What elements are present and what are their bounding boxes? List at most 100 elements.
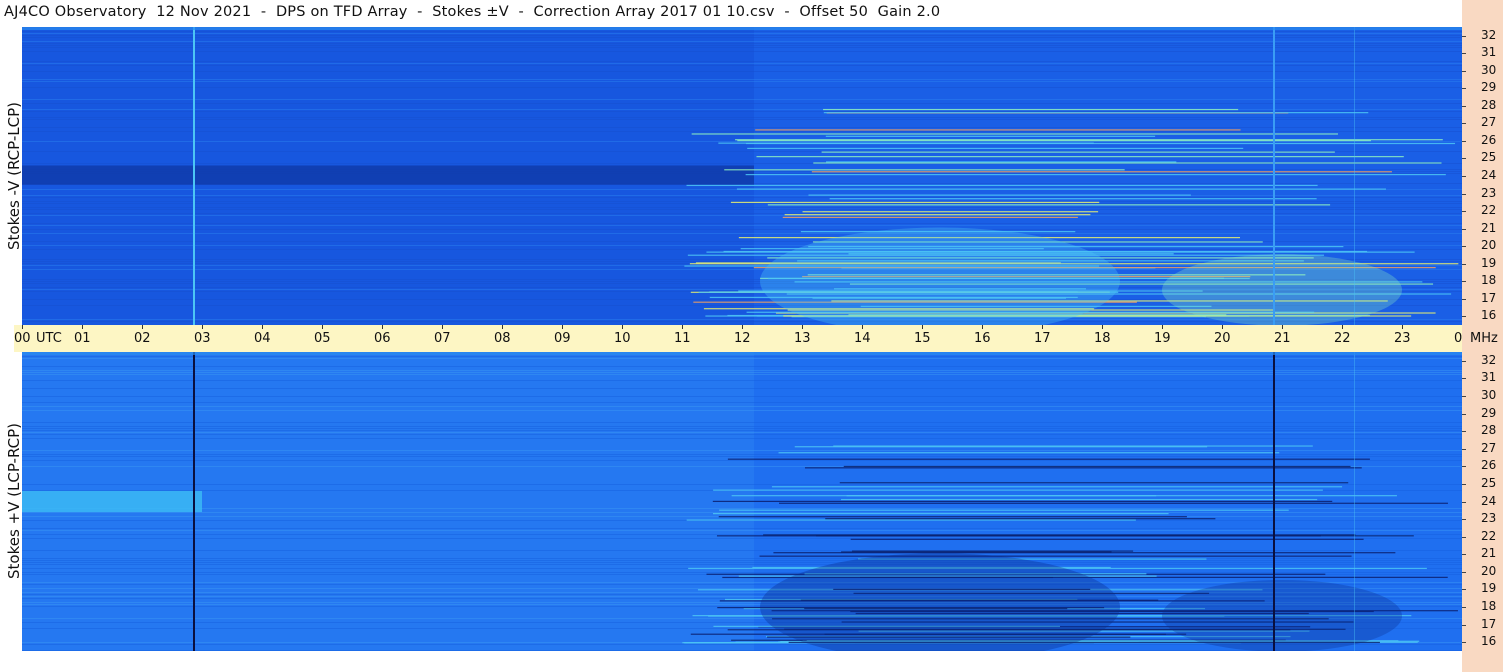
freq-stratum <box>22 650 1462 651</box>
top-spectrogram-svg <box>22 27 1462 325</box>
freq-tick-label: 30 <box>1481 62 1497 77</box>
freq-stratum <box>22 530 1462 531</box>
freq-tick <box>1462 140 1466 142</box>
freq-tick <box>1462 395 1466 397</box>
rfi-line <box>829 198 1317 200</box>
freq-stratum <box>22 119 1462 120</box>
freq-stratum <box>22 358 1462 359</box>
rfi-line <box>813 162 1442 164</box>
time-tick <box>862 325 863 329</box>
time-tick-label: 06 <box>374 331 391 346</box>
freq-tick-label: 20 <box>1481 563 1497 578</box>
vertical-burst-line <box>193 352 195 651</box>
freq-stratum <box>22 225 1462 226</box>
freq-stratum <box>22 460 1462 461</box>
rfi-line <box>759 555 1352 557</box>
freq-stratum <box>22 402 1462 403</box>
time-tick-label: 17 <box>1034 331 1051 346</box>
time-tick <box>22 325 23 329</box>
time-tick-label: 23 <box>1394 331 1411 346</box>
freq-tick <box>1462 105 1466 107</box>
time-tick <box>202 325 203 329</box>
freq-stratum <box>22 61 1462 62</box>
freq-tick <box>1462 501 1466 503</box>
freq-tick-label: 20 <box>1481 238 1497 253</box>
freq-stratum <box>22 87 1462 88</box>
time-tick <box>262 325 263 329</box>
time-tick-label: 05 <box>314 331 331 346</box>
daytime-glow <box>1162 579 1402 651</box>
time-tick <box>682 325 683 329</box>
rfi-line <box>686 519 1136 521</box>
freq-stratum <box>22 63 1462 64</box>
bottom-spectrogram-svg <box>22 352 1462 651</box>
freq-stratum <box>22 41 1462 42</box>
mhz-label: MHz <box>1470 331 1498 346</box>
time-tick-label: 18 <box>1094 331 1111 346</box>
freq-tick-label: 19 <box>1481 255 1497 270</box>
freq-stratum <box>22 432 1462 433</box>
freq-stratum <box>22 456 1462 457</box>
bottom-ylabel: Stokes +V (LCP-RCP) <box>5 423 23 579</box>
freq-tick-label: 22 <box>1481 203 1497 218</box>
freq-stratum <box>22 422 1462 423</box>
freq-stratum <box>22 434 1462 435</box>
freq-stratum <box>22 438 1462 439</box>
freq-tick-label: 16 <box>1481 308 1497 323</box>
time-tick <box>1222 325 1223 329</box>
bottom-spectrogram <box>22 352 1462 651</box>
freq-stratum <box>22 356 1462 357</box>
bright-band-24mhz <box>22 490 202 513</box>
time-tick-label: 19 <box>1154 331 1171 346</box>
freq-tick <box>1462 642 1466 644</box>
freq-tick <box>1462 281 1466 283</box>
freq-tick <box>1462 571 1466 573</box>
freq-stratum <box>22 203 1462 204</box>
rfi-line <box>773 552 1396 554</box>
rfi-line <box>747 147 1244 150</box>
freq-stratum <box>22 79 1462 80</box>
freq-stratum <box>22 450 1462 451</box>
freq-tick-label: 18 <box>1481 273 1497 288</box>
freq-tick <box>1462 431 1466 433</box>
freq-tick-label: 31 <box>1481 45 1497 60</box>
freq-tick <box>1462 193 1466 195</box>
freq-tick <box>1462 228 1466 230</box>
freq-tick <box>1462 378 1466 380</box>
freq-tick-label: 25 <box>1481 150 1497 165</box>
freq-stratum <box>22 35 1462 36</box>
freq-stratum <box>22 508 1462 509</box>
time-tick-label: 01 <box>74 331 91 346</box>
freq-stratum <box>22 558 1462 559</box>
freq-tick-label: 24 <box>1481 168 1497 182</box>
freq-tick <box>1462 35 1466 37</box>
freq-tick-label: 21 <box>1481 546 1497 561</box>
freq-stratum <box>22 117 1462 118</box>
freq-tick-label: 17 <box>1481 290 1497 305</box>
time-tick-label: 09 <box>554 331 571 346</box>
time-tick <box>442 325 443 329</box>
freq-stratum <box>22 47 1462 48</box>
time-tick <box>562 325 563 329</box>
freq-stratum <box>22 207 1462 208</box>
time-tick <box>142 325 143 329</box>
freq-stratum <box>22 51 1462 52</box>
freq-stratum <box>22 213 1462 214</box>
freq-tick <box>1462 483 1466 485</box>
freq-stratum <box>22 564 1462 565</box>
freq-stratum <box>22 81 1462 82</box>
time-tick-label: 16 <box>974 331 991 346</box>
freq-tick-label: 28 <box>1481 423 1497 438</box>
time-tick-label: 15 <box>914 331 931 346</box>
time-tick <box>322 325 323 329</box>
freq-stratum <box>22 43 1462 44</box>
top-stripe <box>22 352 1462 355</box>
time-tick <box>1042 325 1043 329</box>
freq-tick-label: 28 <box>1481 97 1497 112</box>
rfi-line <box>745 174 1446 176</box>
freq-stratum <box>22 45 1462 46</box>
freq-tick <box>1462 53 1466 55</box>
freq-stratum <box>22 195 1462 196</box>
rfi-line <box>771 486 1343 488</box>
time-tick <box>922 325 923 329</box>
